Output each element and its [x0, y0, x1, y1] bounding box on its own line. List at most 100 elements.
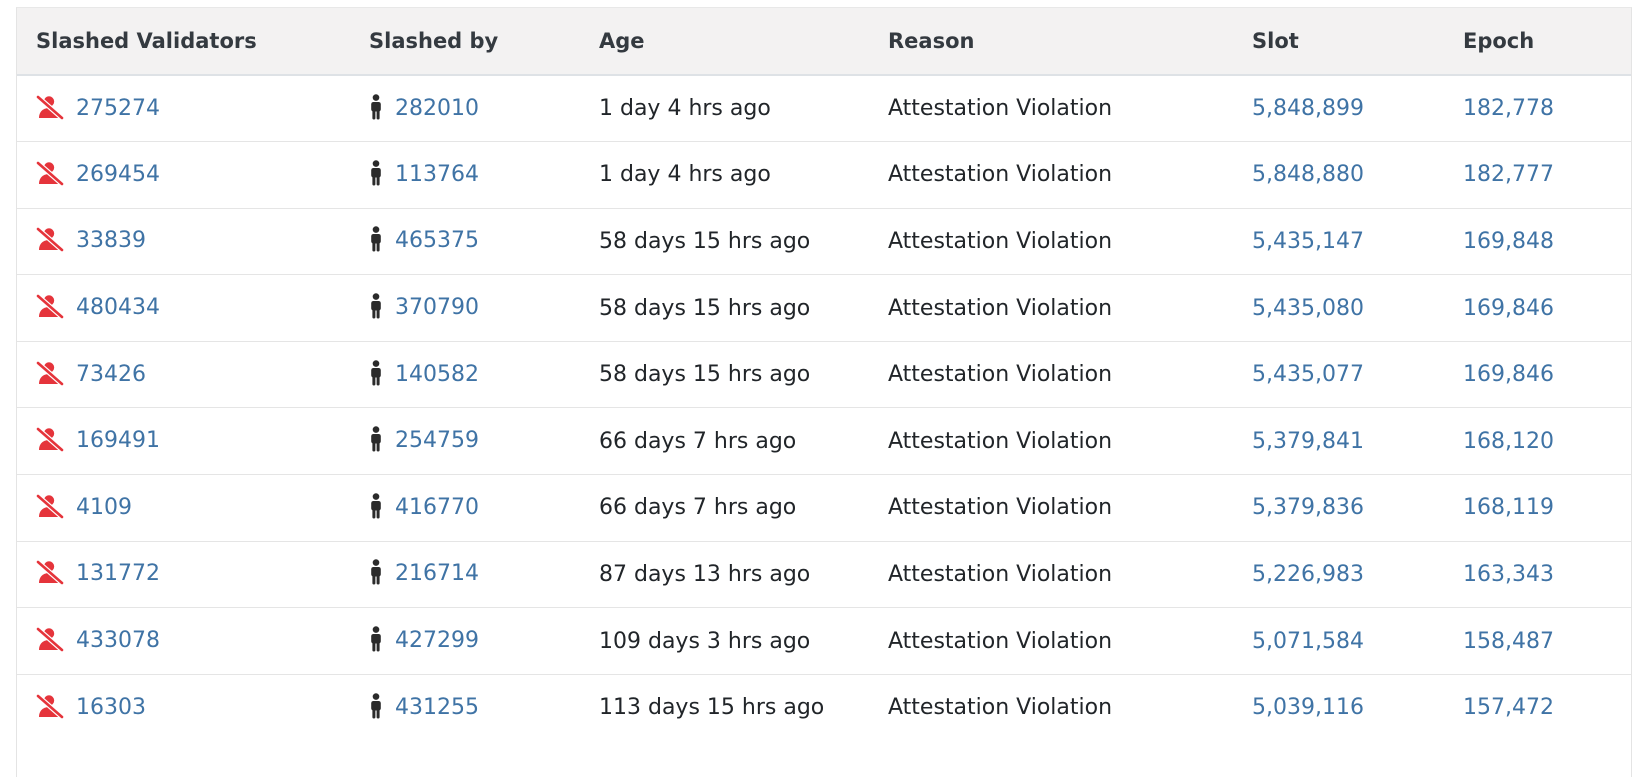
- slot-link[interactable]: 5,435,147: [1252, 229, 1364, 254]
- epoch-link[interactable]: 158,487: [1463, 629, 1554, 654]
- epoch-link[interactable]: 182,777: [1463, 162, 1554, 187]
- table-row: 4109 416770 66 days 7 hrs ago Attestatio…: [17, 474, 1631, 542]
- epoch-cell: 169,848: [1444, 208, 1631, 276]
- epoch-link[interactable]: 168,119: [1463, 495, 1554, 520]
- person-icon: [369, 693, 383, 719]
- epoch-cell: 182,778: [1444, 75, 1631, 143]
- slashings-table: Slashed Validators Slashed by Age Reason…: [17, 8, 1631, 741]
- epoch-link[interactable]: 163,343: [1463, 562, 1554, 587]
- reason-cell: Attestation Violation: [869, 607, 1233, 675]
- validator-link[interactable]: 269454: [76, 162, 160, 187]
- slashed-by-link[interactable]: 254759: [395, 428, 479, 453]
- epoch-cell: 157,472: [1444, 674, 1631, 741]
- slashed-by-link[interactable]: 113764: [395, 162, 479, 187]
- slashed-by-link[interactable]: 216714: [395, 561, 479, 586]
- table-row: 73426 140582 58 days 15 hrs ago Attestat…: [17, 341, 1631, 409]
- slashed-by-link[interactable]: 465375: [395, 228, 479, 253]
- header-reason: Reason: [869, 8, 1233, 76]
- epoch-link[interactable]: 168,120: [1463, 429, 1554, 454]
- slot-link[interactable]: 5,039,116: [1252, 695, 1364, 720]
- person-icon: [369, 626, 383, 652]
- slot-cell: 5,848,899: [1233, 75, 1444, 143]
- slashed-user-icon: [36, 559, 64, 586]
- slashed-by-cell: 431255: [350, 674, 580, 741]
- epoch-cell: 158,487: [1444, 607, 1631, 675]
- validator-cell: 16303: [17, 674, 350, 741]
- epoch-link[interactable]: 182,778: [1463, 96, 1554, 121]
- epoch-cell: 168,119: [1444, 474, 1631, 542]
- slashed-user-icon: [36, 94, 64, 120]
- validator-link[interactable]: 73426: [76, 362, 146, 387]
- slashed-by-link[interactable]: 416770: [395, 495, 479, 520]
- age-cell: 113 days 15 hrs ago: [599, 695, 825, 721]
- slot-link[interactable]: 5,848,899: [1252, 96, 1364, 121]
- age-cell: 58 days 15 hrs ago: [580, 341, 869, 409]
- epoch-cell: 169,846: [1444, 274, 1631, 342]
- slot-cell: 5,379,841: [1233, 407, 1444, 476]
- slashed-by-cell: 416770: [350, 474, 580, 542]
- validator-cell: 73426: [17, 341, 350, 409]
- table-row: 269454 113764 1 day 4 hrs ago Attestatio…: [17, 141, 1631, 209]
- table-row: 480434 370790 58 days 15 hrs ago Attesta…: [17, 274, 1631, 342]
- table-row: 131772 216714 87 days 13 hrs ago Attesta…: [17, 541, 1631, 609]
- slashed-by-link[interactable]: 282010: [395, 96, 479, 121]
- slashed-by-link[interactable]: 431255: [395, 695, 479, 720]
- validator-cell: 269454: [17, 141, 350, 209]
- slashed-user-icon: [36, 626, 64, 653]
- slot-link[interactable]: 5,071,584: [1252, 629, 1364, 654]
- validator-link[interactable]: 169491: [76, 428, 160, 453]
- slot-link[interactable]: 5,435,077: [1252, 362, 1364, 387]
- slashed-by-cell: 427299: [350, 607, 580, 675]
- epoch-link[interactable]: 169,848: [1463, 229, 1554, 254]
- slashed-user-icon: [36, 293, 64, 320]
- slashed-by-cell: 465375: [350, 208, 580, 276]
- epoch-cell: 182,777: [1444, 141, 1631, 209]
- slot-link[interactable]: 5,435,080: [1252, 296, 1364, 321]
- validator-cell: 275274: [17, 75, 350, 143]
- reason-cell: Attestation Violation: [869, 141, 1233, 209]
- reason-cell: Attestation Violation: [869, 474, 1233, 542]
- person-icon: [369, 293, 383, 319]
- validator-link[interactable]: 275274: [76, 96, 160, 121]
- epoch-cell: 169,846: [1444, 341, 1631, 409]
- person-icon: [369, 426, 383, 452]
- validator-cell: 433078: [17, 607, 350, 675]
- slashed-by-link[interactable]: 427299: [395, 628, 479, 653]
- header-row: Slashed Validators Slashed by Age Reason…: [17, 8, 1631, 76]
- slashings-card: Slashed Validators Slashed by Age Reason…: [16, 7, 1632, 777]
- slashed-user-icon: [36, 493, 64, 519]
- validator-link[interactable]: 16303: [76, 695, 146, 720]
- reason-cell: Attestation Violation: [869, 75, 1233, 143]
- age-cell: 58 days 15 hrs ago: [580, 208, 869, 276]
- slot-cell: 5,071,584: [1233, 607, 1444, 675]
- validator-cell: 131772: [17, 541, 350, 609]
- slot-link[interactable]: 5,226,983: [1252, 562, 1364, 587]
- person-icon: [369, 160, 383, 186]
- slot-cell: 5,039,116: [1233, 674, 1444, 741]
- age-cell: 58 days 15 hrs ago: [580, 274, 869, 342]
- reason-cell: Attestation Violation: [869, 341, 1233, 409]
- age-cell: 66 days 7 hrs ago: [580, 407, 869, 476]
- slot-link[interactable]: 5,379,836: [1252, 495, 1364, 520]
- table-body: 275274 282010 1 day 4 hrs ago Attestatio…: [17, 75, 1631, 741]
- validator-link[interactable]: 33839: [76, 228, 146, 253]
- validator-link[interactable]: 480434: [76, 295, 160, 320]
- validator-link[interactable]: 131772: [76, 561, 160, 586]
- slashed-by-link[interactable]: 140582: [395, 362, 479, 387]
- validator-cell: 4109: [17, 474, 350, 542]
- reason-cell: Attestation Violation: [888, 695, 1113, 721]
- epoch-cell: 163,343: [1444, 541, 1631, 609]
- validator-link[interactable]: 4109: [76, 495, 132, 520]
- age-cell: 1 day 4 hrs ago: [580, 141, 869, 209]
- slashed-by-cell: 216714: [350, 541, 580, 609]
- slashed-by-cell: 282010: [350, 75, 580, 143]
- slashed-by-link[interactable]: 370790: [395, 295, 479, 320]
- person-icon: [369, 359, 383, 386]
- validator-link[interactable]: 433078: [76, 628, 160, 653]
- slot-link[interactable]: 5,379,841: [1252, 429, 1364, 454]
- epoch-link[interactable]: 169,846: [1463, 296, 1554, 321]
- epoch-link[interactable]: 169,846: [1463, 362, 1554, 387]
- slot-link[interactable]: 5,848,880: [1252, 162, 1364, 187]
- validator-cell: 480434: [17, 274, 350, 342]
- epoch-link[interactable]: 157,472: [1463, 695, 1554, 720]
